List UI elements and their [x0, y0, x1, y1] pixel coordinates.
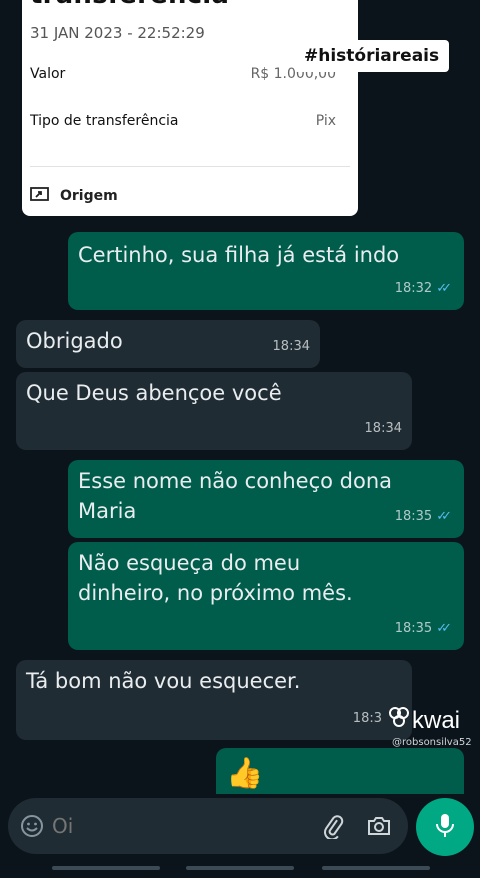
message-bubble-incoming[interactable]: Que Deus abençoe você 18:34: [16, 372, 412, 450]
receipt-row-value: Pix: [315, 113, 336, 129]
receipt-date: 31 JAN 2023 - 22:52:29: [30, 24, 205, 42]
kwai-watermark: kwai: [388, 706, 460, 735]
message-time: 18:32: [394, 281, 433, 296]
attach-icon[interactable]: [320, 813, 346, 843]
message-text: Obrigado: [26, 329, 123, 353]
message-bubble-outgoing[interactable]: 👍: [216, 748, 464, 794]
kwai-username: @robsonsilva52: [392, 737, 472, 748]
thumbs-up-emoji: 👍: [226, 756, 264, 791]
message-bubble-outgoing[interactable]: Não esqueça do meu dinheiro, no próximo …: [68, 542, 464, 650]
nav-bar: [186, 866, 294, 870]
message-meta: 18:32 ✓✓: [395, 274, 452, 304]
message-meta: 18:35 ✓✓: [395, 614, 452, 644]
message-text: Não esqueça do meu dinheiro, no próximo …: [78, 551, 353, 605]
nav-bar: [52, 866, 160, 870]
kwai-brand: kwai: [412, 706, 461, 734]
nav-bar: [322, 866, 430, 870]
read-ticks-icon: ✓✓: [436, 621, 452, 636]
hashtag-label: #históriareais: [294, 40, 450, 72]
message-composer[interactable]: [8, 798, 408, 854]
mic-button[interactable]: [416, 798, 474, 856]
receipt-title: transferência: [30, 0, 229, 10]
message-time: 18:34: [364, 421, 402, 436]
receipt-origin: Origem: [30, 186, 118, 206]
message-time: 18:3: [352, 711, 382, 726]
read-ticks-icon: ✓✓: [436, 281, 452, 296]
message-bubble-outgoing[interactable]: Certinho, sua filha já está indo 18:32 ✓…: [68, 232, 464, 310]
camera-icon[interactable]: [366, 813, 392, 843]
message-meta: 18:35 ✓✓: [395, 502, 452, 532]
receipt-row-label: Tipo de transferência: [30, 113, 179, 129]
receipt-row-label: Valor: [30, 66, 66, 82]
message-text: Esse nome não conheço dona Maria: [78, 469, 393, 523]
share-icon: [30, 186, 50, 206]
message-text: Tá bom não vou esquecer.: [26, 669, 301, 693]
receipt-divider: [30, 166, 350, 167]
message-bubble-outgoing[interactable]: Esse nome não conheço dona Maria 18:35 ✓…: [68, 460, 464, 538]
message-text: Que Deus abençoe você: [26, 381, 282, 405]
receipt-card: transferência 31 JAN 2023 - 22:52:29 Val…: [22, 0, 358, 216]
message-input[interactable]: [52, 812, 302, 840]
kwai-logo-icon: [388, 706, 410, 735]
read-ticks-icon: ✓✓: [436, 509, 452, 524]
mic-icon: [434, 812, 456, 842]
origin-label: Origem: [60, 188, 118, 204]
message-time: 18:34: [272, 339, 310, 354]
message-time: 18:35: [394, 621, 433, 636]
message-bubble-incoming[interactable]: Tá bom não vou esquecer. 18:3: [16, 660, 412, 740]
emoji-icon[interactable]: [20, 814, 44, 842]
message-text: Certinho, sua filha já está indo: [78, 243, 400, 267]
message-time: 18:35: [394, 509, 433, 524]
message-bubble-incoming[interactable]: Obrigado 18:34: [16, 320, 320, 368]
